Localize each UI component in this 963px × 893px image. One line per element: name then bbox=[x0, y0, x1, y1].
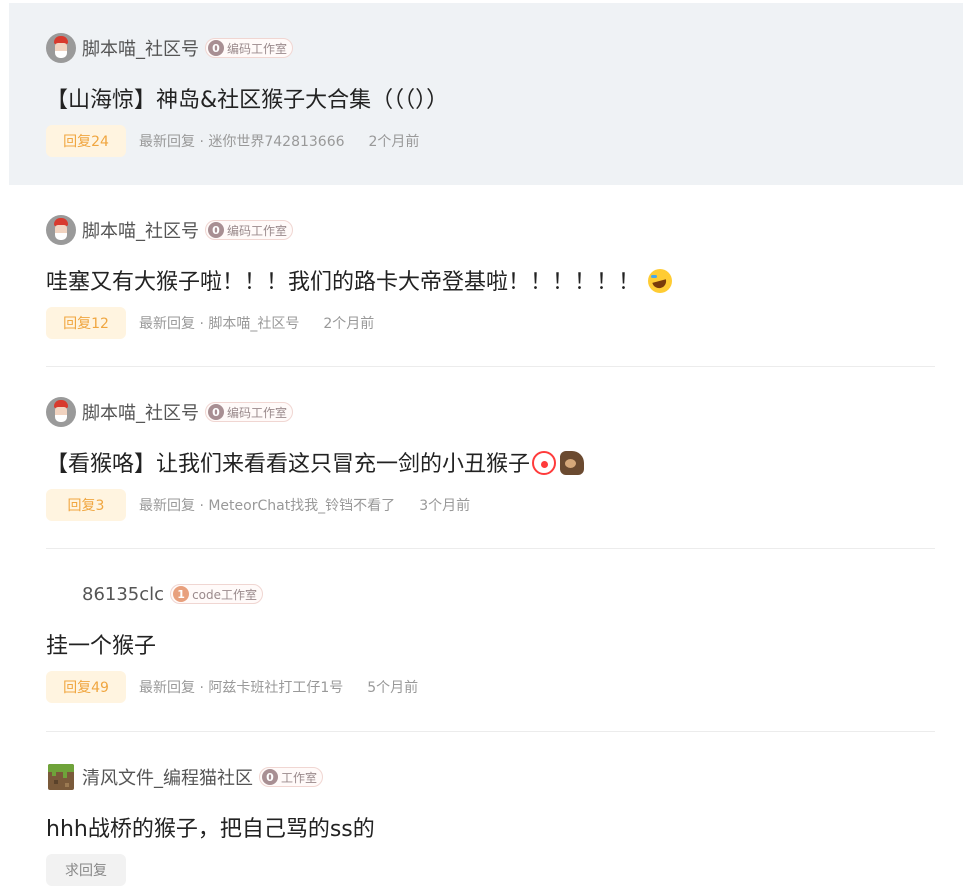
clown-emoji bbox=[532, 451, 557, 475]
post-title-text: hhh战桥的猴子，把自己骂的ss的 bbox=[46, 817, 375, 842]
author-name[interactable]: 脚本喵_社区号 bbox=[82, 399, 199, 425]
post-meta: 回复24 最新回复 · 迷你世界742813666 2个月前 bbox=[46, 125, 419, 157]
author-name[interactable]: 清风文件_编程猫社区 bbox=[82, 764, 253, 790]
studio-badge[interactable]: 0 编码工作室 bbox=[205, 220, 294, 240]
post-card[interactable]: 脚本喵_社区号 0 编码工作室 【山海惊】神岛&社区猴子大合集（（（）） 回复2… bbox=[9, 3, 963, 185]
post-time: 2个月前 bbox=[368, 134, 420, 150]
post-title-text: 【看猴咯】让我们来看看这只冒充一剑的小丑猴子 bbox=[46, 452, 531, 477]
studio-badge[interactable]: 0 编码工作室 bbox=[205, 38, 294, 58]
post-title-text: 【山海惊】神岛&社区猴子大合集（（（）） bbox=[46, 88, 449, 113]
rolling-on-floor-laughing-emoji bbox=[648, 269, 673, 293]
reply-count-button[interactable]: 回复3 bbox=[46, 489, 126, 521]
studio-level-icon: 0 bbox=[262, 769, 278, 785]
author-row: 脚本喵_社区号 0 编码工作室 bbox=[46, 397, 294, 427]
studio-name: 编码工作室 bbox=[227, 41, 288, 56]
post-title[interactable]: 挂一个猴子 bbox=[46, 631, 156, 663]
post-title-text: 挂一个猴子 bbox=[46, 634, 157, 659]
latest-reply: 最新回复 · MeteorChat找我_铃铛不看了 bbox=[139, 498, 396, 514]
post-title[interactable]: hhh战桥的猴子，把自己骂的ss的 bbox=[46, 814, 375, 846]
author-row: 86135clc 1 code工作室 bbox=[46, 579, 264, 609]
reply-count-button[interactable]: 回复24 bbox=[46, 125, 126, 157]
studio-badge[interactable]: 0 工作室 bbox=[259, 767, 324, 787]
post-card[interactable]: 清风文件_编程猫社区 0 工作室 hhh战桥的猴子，把自己骂的ss的 求回复 bbox=[9, 732, 963, 893]
studio-badge[interactable]: 1 code工作室 bbox=[170, 584, 264, 604]
post-feed: 脚本喵_社区号 0 编码工作室 【山海惊】神岛&社区猴子大合集（（（）） 回复2… bbox=[0, 0, 963, 893]
post-time: 2个月前 bbox=[323, 316, 375, 332]
post-meta: 求回复 bbox=[46, 854, 126, 886]
post-title[interactable]: 哇塞又有大猴子啦！！！我们的路卡大帝登基啦！！！！！！ bbox=[46, 267, 673, 299]
post-time: 3个月前 bbox=[419, 498, 471, 514]
post-card[interactable]: 脚本喵_社区号 0 编码工作室 哇塞又有大猴子啦！！！我们的路卡大帝登基啦！！！… bbox=[9, 185, 963, 367]
studio-level-icon: 0 bbox=[208, 404, 224, 420]
post-time: 5个月前 bbox=[367, 680, 419, 696]
reply-count-button[interactable]: 回复49 bbox=[46, 671, 126, 703]
reply-count-button[interactable]: 回复12 bbox=[46, 307, 126, 339]
post-card[interactable]: 脚本喵_社区号 0 编码工作室 【看猴咯】让我们来看看这只冒充一剑的小丑猴子 回… bbox=[9, 367, 963, 549]
studio-level-icon: 0 bbox=[208, 40, 224, 56]
author-row: 脚本喵_社区号 0 编码工作室 bbox=[46, 215, 294, 245]
post-card[interactable]: 86135clc 1 code工作室 挂一个猴子 回复49 最新回复 · 阿兹卡… bbox=[9, 549, 963, 732]
author-name[interactable]: 脚本喵_社区号 bbox=[82, 217, 199, 243]
post-meta: 回复12 最新回复 · 脚本喵_社区号 2个月前 bbox=[46, 307, 374, 339]
post-title[interactable]: 【山海惊】神岛&社区猴子大合集（（（）） bbox=[46, 85, 448, 117]
author-name[interactable]: 脚本喵_社区号 bbox=[82, 35, 199, 61]
studio-level-icon: 1 bbox=[173, 586, 190, 602]
avatar[interactable] bbox=[46, 33, 76, 63]
studio-name: 工作室 bbox=[281, 770, 318, 785]
post-title[interactable]: 【看猴咯】让我们来看看这只冒充一剑的小丑猴子 bbox=[46, 449, 585, 481]
studio-level-icon: 0 bbox=[208, 222, 224, 238]
monkey-emoji bbox=[560, 451, 585, 475]
request-reply-button[interactable]: 求回复 bbox=[46, 854, 126, 886]
avatar[interactable] bbox=[48, 764, 74, 790]
studio-name: 编码工作室 bbox=[227, 223, 288, 238]
post-meta: 回复49 最新回复 · 阿兹卡班社打工仔1号 5个月前 bbox=[46, 671, 418, 703]
avatar[interactable] bbox=[46, 579, 76, 609]
latest-reply: 最新回复 · 阿兹卡班社打工仔1号 bbox=[139, 680, 344, 696]
post-title-text: 哇塞又有大猴子啦！！！我们的路卡大帝登基啦！！！！！！ bbox=[46, 270, 641, 295]
studio-name: 编码工作室 bbox=[227, 405, 288, 420]
post-meta: 回复3 最新回复 · MeteorChat找我_铃铛不看了 3个月前 bbox=[46, 489, 470, 521]
author-name[interactable]: 86135clc bbox=[82, 584, 164, 605]
studio-badge[interactable]: 0 编码工作室 bbox=[205, 402, 294, 422]
latest-reply: 最新回复 · 迷你世界742813666 bbox=[139, 134, 345, 150]
avatar[interactable] bbox=[46, 215, 76, 245]
latest-reply: 最新回复 · 脚本喵_社区号 bbox=[139, 316, 300, 332]
author-row: 脚本喵_社区号 0 编码工作室 bbox=[46, 33, 294, 63]
author-row: 清风文件_编程猫社区 0 工作室 bbox=[46, 762, 324, 792]
studio-name: code工作室 bbox=[192, 587, 258, 602]
avatar[interactable] bbox=[46, 397, 76, 427]
